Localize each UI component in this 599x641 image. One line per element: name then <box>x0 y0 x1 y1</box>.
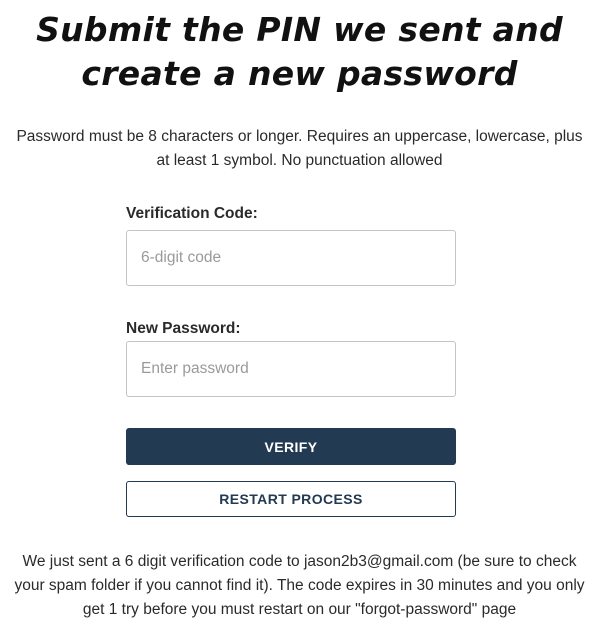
page-title-line-2: create a new password <box>81 54 518 93</box>
new-password-label: New Password: <box>126 320 241 337</box>
verification-code-label: Verification Code: <box>126 205 258 222</box>
page-title-line-1: Submit the PIN we sent and <box>36 10 563 49</box>
new-password-input[interactable] <box>126 341 456 397</box>
page-title: Submit the PIN we sent and create a new … <box>0 8 599 96</box>
reset-password-page: Submit the PIN we sent and create a new … <box>0 0 599 641</box>
password-requirements-text: Password must be 8 characters or longer.… <box>16 128 583 169</box>
verification-code-input[interactable] <box>126 230 456 286</box>
verification-sent-note: We just sent a 6 digit verification code… <box>14 553 585 618</box>
verify-button[interactable]: VERIFY <box>126 428 456 465</box>
restart-process-button[interactable]: RESTART PROCESS <box>126 481 456 517</box>
